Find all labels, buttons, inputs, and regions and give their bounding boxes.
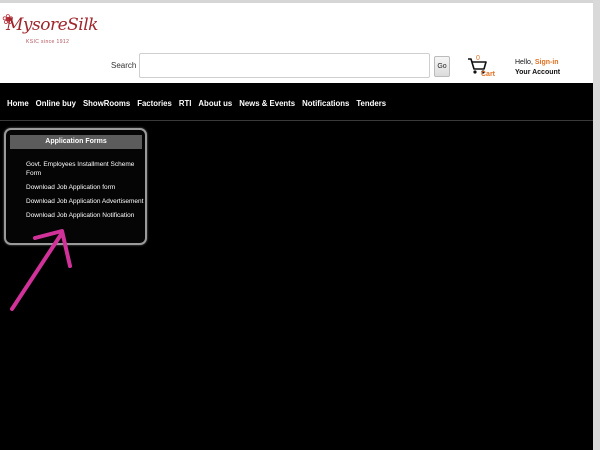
nav-divider xyxy=(0,120,600,121)
nav-item-home[interactable]: Home xyxy=(7,96,29,112)
nav-item-online-buy[interactable]: Online buy xyxy=(36,96,76,112)
logo-tagline: KSIC since 1912 xyxy=(26,39,70,45)
link-job-application-advertisement[interactable]: Download Job Application Advertisement xyxy=(26,197,144,206)
cart-button[interactable]: 0 Cart xyxy=(467,55,497,79)
application-forms-panel: Application Forms Govt. Employees Instal… xyxy=(4,128,147,245)
link-job-application-notification[interactable]: Download Job Application Notification xyxy=(26,211,144,220)
application-forms-list: Govt. Employees Installment Scheme Form … xyxy=(26,160,144,225)
link-installment-scheme-form[interactable]: Govt. Employees Installment Scheme Form xyxy=(26,160,144,178)
site-header: ❀ MysoreSilk KSIC since 1912 Search Go 0… xyxy=(0,0,600,83)
panel-title: Application Forms xyxy=(10,135,142,149)
cart-count: 0 xyxy=(476,55,480,62)
logo-text: MysoreSilk xyxy=(6,15,98,35)
nav-item-showrooms[interactable]: ShowRooms xyxy=(83,96,130,112)
nav-item-rti[interactable]: RTI xyxy=(179,96,192,112)
your-account-link[interactable]: Your Account xyxy=(515,68,560,78)
search-label: Search xyxy=(111,61,137,70)
account-menu[interactable]: Hello, Sign-in Your Account xyxy=(515,58,560,78)
account-hello: Hello, xyxy=(515,59,535,66)
go-button[interactable]: Go xyxy=(434,56,450,77)
site-logo[interactable]: ❀ MysoreSilk KSIC since 1912 xyxy=(2,7,98,47)
page-scrollbar[interactable] xyxy=(593,0,600,450)
nav-item-notifications[interactable]: Notifications xyxy=(302,96,349,112)
main-nav: Home Online buy ShowRooms Factories RTI … xyxy=(0,96,386,112)
signin-link[interactable]: Sign-in xyxy=(535,59,559,66)
cart-label: Cart xyxy=(481,71,496,78)
nav-item-news-events[interactable]: News & Events xyxy=(239,96,295,112)
nav-item-tenders[interactable]: Tenders xyxy=(356,96,386,112)
search-input[interactable] xyxy=(139,53,430,78)
nav-item-factories[interactable]: Factories xyxy=(137,96,172,112)
link-job-application-form[interactable]: Download Job Application form xyxy=(26,183,144,192)
nav-item-about-us[interactable]: About us xyxy=(198,96,232,112)
